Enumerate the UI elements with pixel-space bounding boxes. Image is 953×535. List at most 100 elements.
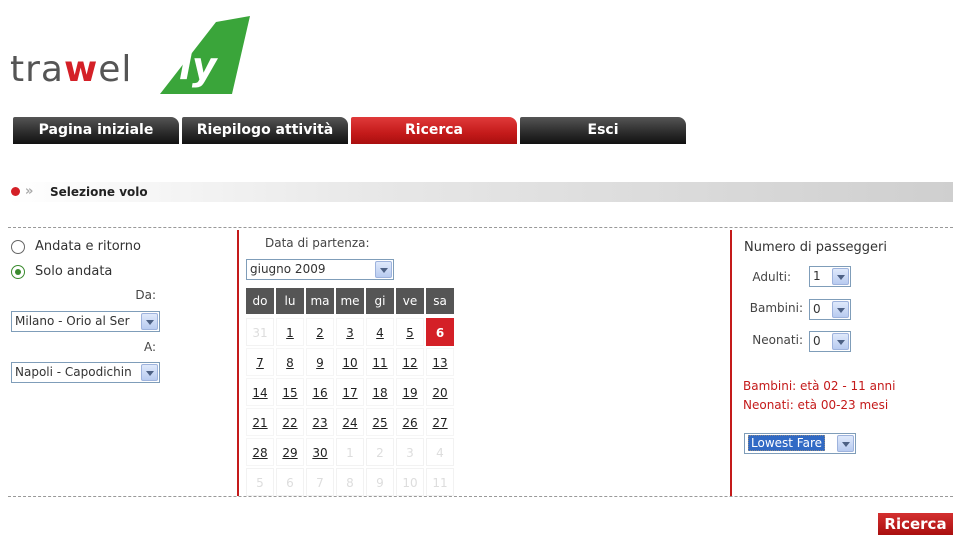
calendar-day[interactable]: 3 [336,318,364,346]
calendar-day[interactable]: 7 [246,348,274,376]
calendar-day[interactable]: 10 [336,348,364,376]
calendar-weekday-header: do lu ma me gi ve sa [246,288,456,314]
weekday-header-cell: me [336,288,364,314]
calendar-day[interactable]: 20 [426,378,454,406]
infants-select[interactable]: 0 [809,331,851,352]
calendar-day-outside-month: 7 [306,468,334,496]
children-value: 0 [813,302,821,316]
to-airport-select[interactable]: Napoli - Capodichin [11,362,160,383]
logo-wordmark: trawel [10,50,132,90]
chevron-down-icon[interactable] [375,261,392,278]
logo-text-part2: w [63,49,99,90]
calendar-day[interactable]: 21 [246,408,274,436]
calendar-day[interactable]: 14 [246,378,274,406]
calendar-day[interactable]: 27 [426,408,454,436]
top-divider [8,227,953,228]
tab-riepilogo-attivita[interactable]: Riepilogo attività [182,117,348,144]
fare-type-value: Lowest Fare [748,435,825,451]
calendar-day[interactable]: 17 [336,378,364,406]
radio-andata-ritorno[interactable]: Andata e ritorno [11,239,141,254]
bullet-dot-icon [11,187,20,196]
calendar-day[interactable]: 8 [276,348,304,376]
weekday-header-cell: do [246,288,274,314]
chevron-right-icon: » [25,184,34,199]
calendar-week-row: 28 29 30 1 2 3 4 [246,438,456,466]
chevron-down-icon[interactable] [141,313,158,330]
calendar-day[interactable]: 29 [276,438,304,466]
calendar-day[interactable]: 26 [396,408,424,436]
search-button[interactable]: Ricerca [878,513,953,535]
children-select[interactable]: 0 [809,299,851,320]
tab-pagina-iniziale[interactable]: Pagina iniziale [13,117,179,144]
calendar-day[interactable]: 11 [366,348,394,376]
radio-solo-andata[interactable]: Solo andata [11,264,112,279]
departure-date-label: Data di partenza: [265,236,370,250]
radio-button-checked[interactable] [11,264,25,279]
calendar-grid: 31 1 2 3 4 5 6 7 8 9 10 11 12 13 14 15 16 17 18 19 20 21 22 23 2… [246,318,456,498]
calendar-day[interactable]: 1 [276,318,304,346]
calendar-day[interactable]: 22 [276,408,304,436]
calendar-day[interactable]: 2 [306,318,334,346]
tab-ricerca[interactable]: Ricerca [351,117,517,144]
children-label: Bambini: [749,301,803,315]
logo-text-part3: el [98,49,133,90]
calendar-day-outside-month: 8 [336,468,364,496]
to-label: A: [143,340,156,354]
calendar-day-outside-month: 11 [426,468,454,496]
adults-select[interactable]: 1 [809,266,851,287]
infants-value: 0 [813,334,821,348]
fare-type-select[interactable]: Lowest Fare [744,433,856,454]
calendar-day-outside-month: 6 [276,468,304,496]
calendar-day[interactable]: 30 [306,438,334,466]
weekday-header-cell: gi [366,288,394,314]
from-label: Da: [135,288,156,302]
calendar-day-outside-month: 9 [366,468,394,496]
trawelfly-logo: trawel fly [10,14,255,96]
infants-label: Neonati: [752,333,803,347]
from-airport-value: Milano - Orio al Ser [15,314,130,328]
calendar-day-outside-month: 1 [336,438,364,466]
calendar-day-outside-month: 31 [246,318,274,346]
weekday-header-cell: ve [396,288,424,314]
calendar-day[interactable]: 19 [396,378,424,406]
month-value: giugno 2009 [250,262,326,276]
radio-label: Andata e ritorno [35,239,141,254]
calendar-week-row: 21 22 23 24 25 26 27 [246,408,456,436]
calendar-day[interactable]: 6 [426,318,454,346]
calendar-day[interactable]: 25 [366,408,394,436]
column-divider-left [237,230,239,496]
calendar-day[interactable]: 13 [426,348,454,376]
calendar-day[interactable]: 16 [306,378,334,406]
tab-esci[interactable]: Esci [520,117,686,144]
chevron-down-icon[interactable] [141,364,158,381]
radio-label: Solo andata [35,264,113,279]
weekday-header-cell: lu [276,288,304,314]
calendar-day[interactable]: 18 [366,378,394,406]
calendar-week-row: 5 6 7 8 9 10 11 [246,468,456,496]
chevron-down-icon[interactable] [832,333,849,350]
chevron-down-icon[interactable] [837,435,854,452]
calendar-day[interactable]: 15 [276,378,304,406]
radio-button[interactable] [11,239,25,254]
from-airport-select[interactable]: Milano - Orio al Ser [11,311,160,332]
calendar-day[interactable]: 4 [366,318,394,346]
section-title: Selezione volo [50,185,148,199]
calendar-day[interactable]: 9 [306,348,334,376]
weekday-header-cell: ma [306,288,334,314]
calendar-day[interactable]: 12 [396,348,424,376]
adults-label: Adulti: [752,270,791,284]
calendar-day[interactable]: 24 [336,408,364,436]
calendar-week-row: 31 1 2 3 4 5 6 [246,318,456,346]
month-select[interactable]: giugno 2009 [246,259,394,280]
bottom-divider [8,496,953,497]
calendar-day[interactable]: 5 [396,318,424,346]
chevron-down-icon[interactable] [832,301,849,318]
main-nav-tabs: Pagina iniziale Riepilogo attività Ricer… [13,117,689,144]
weekday-header-cell: sa [426,288,454,314]
adults-value: 1 [813,269,821,283]
infants-age-note: Neonati: età 00-23 mesi [743,398,889,412]
calendar-day[interactable]: 28 [246,438,274,466]
chevron-down-icon[interactable] [832,268,849,285]
calendar-day-outside-month: 10 [396,468,424,496]
calendar-day[interactable]: 23 [306,408,334,436]
